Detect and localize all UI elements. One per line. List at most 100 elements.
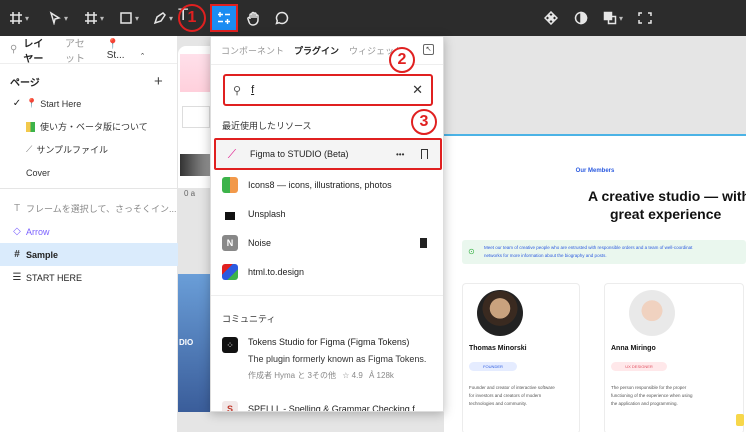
tokens-studio-icon: ⁘: [222, 337, 238, 353]
site-heading-2: great experience: [610, 206, 722, 222]
page-item-start-here[interactable]: ✓ 📍 Start Here: [0, 92, 178, 115]
page-item-sample[interactable]: ⟋ サンプルファイル: [0, 138, 178, 161]
member-card: Anna Miringo UX DESIGNER The person resp…: [604, 283, 744, 432]
more-options-button[interactable]: •••: [396, 150, 404, 159]
crop-button[interactable]: [637, 9, 653, 27]
comment-icon: [275, 11, 289, 25]
pages-header: ページ +: [0, 70, 178, 93]
role-badge: FOUNDER: [469, 362, 517, 371]
phone-frame-preview: [178, 46, 210, 188]
pin-icon: 📍: [26, 98, 38, 108]
layer-item-start-here[interactable]: ☰ START HERE: [0, 266, 178, 289]
add-page-button[interactable]: +: [154, 73, 163, 90]
bookmark-outline-icon[interactable]: [421, 149, 428, 159]
noise-icon: N: [222, 235, 238, 251]
divider: [0, 188, 178, 189]
plugin-item-unsplash[interactable]: Unsplash: [211, 200, 443, 228]
plugin-item-icons8[interactable]: Icons8 — icons, illustrations, photos: [211, 171, 443, 199]
annotation-badge-3: 3: [411, 109, 437, 135]
sidebar-tabs: ⚲ レイヤー アセット 📍 St... ⌃: [0, 35, 177, 65]
move-tool-button[interactable]: ▾: [48, 9, 68, 27]
member-card: Thomas Minorski FOUNDER Founder and crea…: [462, 283, 580, 432]
check-icon: ✓: [12, 98, 22, 109]
page-item-guide[interactable]: 使い方・ベータ版について: [0, 115, 178, 138]
spelll-icon: S: [222, 401, 238, 411]
member-description: Founder and creator of interactive softw…: [469, 385, 555, 406]
recent-section-title: 最近使用したリソース: [222, 121, 312, 131]
community-section-title: コミュニティ: [222, 314, 276, 324]
layer-label: START HERE: [26, 272, 83, 283]
plugin-item-html-to-design[interactable]: html.to.design: [211, 258, 443, 286]
plugin-description: The plugin formerly known as Figma Token…: [248, 354, 427, 364]
tab-components[interactable]: コンポーネント: [221, 44, 284, 57]
frame-icon: #: [14, 249, 20, 260]
search-field[interactable]: ⚲ f ✕: [223, 74, 433, 106]
components-toolbar-button[interactable]: [544, 9, 558, 27]
shape-tool-button[interactable]: ▾: [119, 9, 139, 27]
layer-label: Arrow: [26, 226, 50, 237]
plugin-item-tokens-studio[interactable]: ⁘ Tokens Studio for Figma (Figma Tokens)…: [211, 333, 443, 385]
chevron-down-icon: ▾: [100, 13, 105, 23]
members-label: Our Members: [575, 168, 615, 174]
plugin-name: Unsplash: [248, 209, 286, 219]
figma-menu-icon: [10, 12, 22, 24]
tab-plugins[interactable]: プラグイン: [294, 44, 339, 57]
plugin-name: html.to.design: [248, 267, 305, 277]
plugin-name: Icons8 — icons, illustrations, photos: [248, 180, 392, 190]
resources-panel: コンポーネント プラグイン ウィジェット ↖ 2 ⚲ f ✕ 最近使用したリソー…: [210, 36, 444, 412]
clear-search-icon[interactable]: ✕: [412, 82, 423, 98]
plugin-item-noise[interactable]: N Noise: [211, 229, 443, 257]
page-item-label: サンプルファイル: [36, 145, 109, 155]
annotation-badge-2: 2: [389, 47, 415, 73]
chevron-down-icon: ▾: [64, 13, 69, 23]
page-item-label: Cover: [26, 167, 51, 178]
unsplash-icon: [222, 206, 238, 222]
layer-label: フレームを選択して、さっそくイン...: [26, 204, 177, 214]
comment-tool-button[interactable]: [275, 9, 289, 27]
avatar: [629, 290, 675, 336]
annotation-badge-1: 1: [178, 4, 206, 32]
expand-icon[interactable]: ↖: [423, 44, 434, 55]
layers-sidebar: ⚲ レイヤー アセット 📍 St... ⌃ ページ + ✓ 📍 Start Her…: [0, 36, 178, 432]
search-icon: ⚲: [233, 84, 242, 97]
auto-layout-icon: ☰: [12, 272, 22, 283]
page-selector[interactable]: 📍 St... ⌃: [107, 39, 165, 61]
notice-line-1: Meet our team of creative people who are…: [484, 245, 693, 250]
plugin-meta: 作成者 Hyma と 3その他 ☆ 4.9 Ả 128k: [248, 371, 394, 380]
resources-icon: [218, 12, 230, 24]
tab-layers[interactable]: レイヤー: [23, 35, 53, 65]
toolbar: ▾ ▾ ▾ ▾ ▾ T 1 ▾: [0, 0, 746, 36]
component-icon: [544, 11, 558, 25]
layer-item-sample[interactable]: # Sample: [0, 243, 178, 266]
pages-title: ページ: [10, 78, 40, 89]
notification-tab[interactable]: [736, 414, 744, 426]
plugin-item-spelll[interactable]: S SPELLL - Spelling & Grammar Checking f…: [211, 395, 443, 412]
boolean-icon: [603, 11, 617, 25]
plugin-name: SPELLL - Spelling & Grammar Checking f..…: [248, 404, 423, 412]
avatar: [477, 290, 523, 336]
main-menu-button[interactable]: ▾: [9, 9, 29, 27]
plugin-name: Tokens Studio for Figma (Figma Tokens): [248, 337, 410, 347]
chevron-down-icon: ▾: [135, 13, 140, 23]
tab-assets[interactable]: アセット: [65, 35, 95, 65]
search-input[interactable]: f: [251, 84, 412, 96]
frame-tool-button[interactable]: ▾: [84, 9, 104, 27]
layer-item-arrow[interactable]: ◇ Arrow: [0, 220, 178, 243]
bookmark-filled-icon[interactable]: [420, 238, 427, 248]
canvas-label: 0 a: [184, 189, 196, 198]
plugin-name: Figma to STUDIO (Beta): [250, 149, 349, 159]
plugin-item-figma-to-studio[interactable]: ⟋ Figma to STUDIO (Beta) •••: [214, 138, 442, 170]
hand-icon: [247, 11, 259, 26]
rectangle-icon: [120, 12, 132, 24]
website-frame[interactable]: Our Members A creative studio — with gre…: [444, 134, 746, 432]
crop-icon: [638, 12, 652, 24]
page-item-cover[interactable]: Cover: [0, 161, 178, 184]
layer-item-text[interactable]: T フレームを選択して、さっそくイン...: [0, 197, 178, 220]
mask-button[interactable]: [574, 9, 588, 27]
canvas-image-text: DIO: [179, 338, 194, 347]
search-icon[interactable]: ⚲: [10, 44, 17, 55]
boolean-button[interactable]: ▾: [603, 9, 623, 27]
resources-button[interactable]: [210, 4, 238, 32]
pen-tool-button[interactable]: ▾: [153, 9, 173, 27]
hand-tool-button[interactable]: [246, 9, 261, 27]
